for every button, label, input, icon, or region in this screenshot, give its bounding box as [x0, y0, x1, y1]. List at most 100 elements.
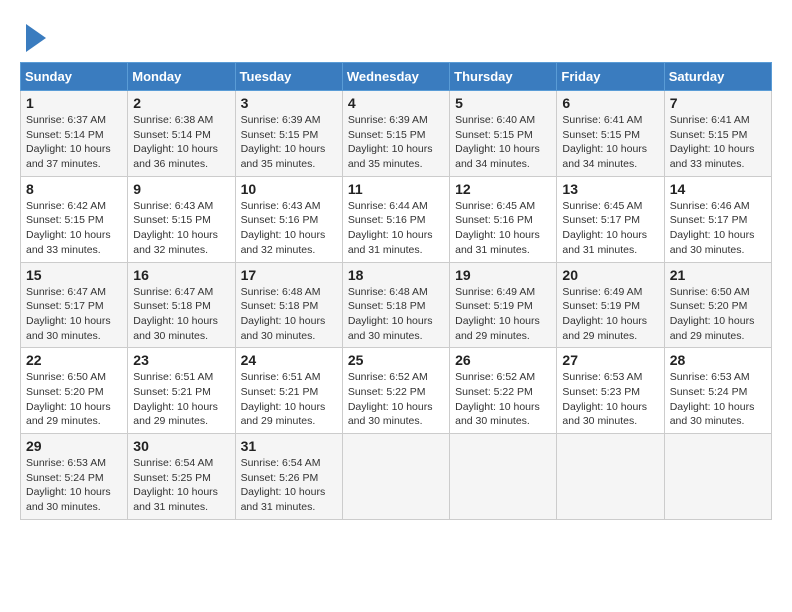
day-info: Sunrise: 6:52 AMSunset: 5:22 PMDaylight:… — [455, 370, 551, 429]
logo — [20, 20, 46, 52]
day-info: Sunrise: 6:51 AMSunset: 5:21 PMDaylight:… — [133, 370, 229, 429]
calendar-cell-4-3 — [342, 434, 449, 520]
calendar-cell-0-4: 5 Sunrise: 6:40 AMSunset: 5:15 PMDaylight… — [450, 91, 557, 177]
day-number: 21 — [670, 267, 766, 283]
calendar-cell-3-3: 25 Sunrise: 6:52 AMSunset: 5:22 PMDayligh… — [342, 348, 449, 434]
calendar-cell-4-0: 29 Sunrise: 6:53 AMSunset: 5:24 PMDayligh… — [21, 434, 128, 520]
day-info: Sunrise: 6:38 AMSunset: 5:14 PMDaylight:… — [133, 113, 229, 172]
day-number: 26 — [455, 352, 551, 368]
col-friday: Friday — [557, 63, 664, 91]
calendar-cell-0-0: 1 Sunrise: 6:37 AMSunset: 5:14 PMDaylight… — [21, 91, 128, 177]
logo-arrow-icon — [26, 24, 46, 52]
calendar-cell-1-5: 13Sunrise: 6:45 AMSunset: 5:17 PMDayligh… — [557, 176, 664, 262]
day-info: Sunrise: 6:49 AMSunset: 5:19 PMDaylight:… — [455, 285, 551, 344]
day-number: 15 — [26, 267, 122, 283]
col-thursday: Thursday — [450, 63, 557, 91]
day-number: 24 — [241, 352, 337, 368]
day-info: Sunrise: 6:41 AMSunset: 5:15 PMDaylight:… — [670, 113, 766, 172]
day-number: 8 — [26, 181, 122, 197]
day-number: 22 — [26, 352, 122, 368]
calendar-cell-1-0: 8 Sunrise: 6:42 AMSunset: 5:15 PMDaylight… — [21, 176, 128, 262]
calendar-cell-3-0: 22 Sunrise: 6:50 AMSunset: 5:20 PMDayligh… — [21, 348, 128, 434]
calendar-cell-1-6: 14 Sunrise: 6:46 AMSunset: 5:17 PMDayligh… — [664, 176, 771, 262]
day-number: 27 — [562, 352, 658, 368]
day-info: Sunrise: 6:39 AMSunset: 5:15 PMDaylight:… — [348, 113, 444, 172]
calendar-cell-2-5: 20Sunrise: 6:49 AMSunset: 5:19 PMDayligh… — [557, 262, 664, 348]
calendar-cell-4-4 — [450, 434, 557, 520]
calendar-cell-2-1: 16 Sunrise: 6:47 AMSunset: 5:18 PMDayligh… — [128, 262, 235, 348]
calendar-cell-1-2: 10 Sunrise: 6:43 AMSunset: 5:16 PMDayligh… — [235, 176, 342, 262]
day-number: 1 — [26, 95, 122, 111]
day-info: Sunrise: 6:45 AMSunset: 5:16 PMDaylight:… — [455, 199, 551, 258]
calendar-cell-3-5: 27 Sunrise: 6:53 AMSunset: 5:23 PMDayligh… — [557, 348, 664, 434]
calendar-cell-4-1: 30Sunrise: 6:54 AMSunset: 5:25 PMDayligh… — [128, 434, 235, 520]
calendar-cell-2-0: 15 Sunrise: 6:47 AMSunset: 5:17 PMDayligh… — [21, 262, 128, 348]
day-info: Sunrise: 6:50 AMSunset: 5:20 PMDaylight:… — [670, 285, 766, 344]
day-number: 30 — [133, 438, 229, 454]
day-number: 31 — [241, 438, 337, 454]
day-number: 29 — [26, 438, 122, 454]
day-info: Sunrise: 6:40 AMSunset: 5:15 PMDaylight:… — [455, 113, 551, 172]
day-info: Sunrise: 6:43 AMSunset: 5:15 PMDaylight:… — [133, 199, 229, 258]
day-number: 4 — [348, 95, 444, 111]
day-number: 7 — [670, 95, 766, 111]
calendar-week-5: 29 Sunrise: 6:53 AMSunset: 5:24 PMDayligh… — [21, 434, 772, 520]
day-info: Sunrise: 6:53 AMSunset: 5:24 PMDaylight:… — [670, 370, 766, 429]
day-info: Sunrise: 6:42 AMSunset: 5:15 PMDaylight:… — [26, 199, 122, 258]
day-info: Sunrise: 6:41 AMSunset: 5:15 PMDaylight:… — [562, 113, 658, 172]
calendar-week-4: 22 Sunrise: 6:50 AMSunset: 5:20 PMDayligh… — [21, 348, 772, 434]
col-sunday: Sunday — [21, 63, 128, 91]
day-info: Sunrise: 6:48 AMSunset: 5:18 PMDaylight:… — [348, 285, 444, 344]
calendar-cell-4-2: 31 Sunrise: 6:54 AMSunset: 5:26 PMDayligh… — [235, 434, 342, 520]
day-number: 3 — [241, 95, 337, 111]
day-info: Sunrise: 6:50 AMSunset: 5:20 PMDaylight:… — [26, 370, 122, 429]
calendar-header-row: Sunday Monday Tuesday Wednesday Thursday… — [21, 63, 772, 91]
day-number: 9 — [133, 181, 229, 197]
calendar-cell-3-6: 28 Sunrise: 6:53 AMSunset: 5:24 PMDayligh… — [664, 348, 771, 434]
calendar-cell-4-5 — [557, 434, 664, 520]
calendar-cell-2-2: 17 Sunrise: 6:48 AMSunset: 5:18 PMDayligh… — [235, 262, 342, 348]
day-number: 25 — [348, 352, 444, 368]
calendar-cell-2-3: 18 Sunrise: 6:48 AMSunset: 5:18 PMDayligh… — [342, 262, 449, 348]
day-info: Sunrise: 6:43 AMSunset: 5:16 PMDaylight:… — [241, 199, 337, 258]
col-monday: Monday — [128, 63, 235, 91]
calendar-week-1: 1 Sunrise: 6:37 AMSunset: 5:14 PMDaylight… — [21, 91, 772, 177]
day-info: Sunrise: 6:51 AMSunset: 5:21 PMDaylight:… — [241, 370, 337, 429]
calendar-cell-3-1: 23 Sunrise: 6:51 AMSunset: 5:21 PMDayligh… — [128, 348, 235, 434]
day-info: Sunrise: 6:44 AMSunset: 5:16 PMDaylight:… — [348, 199, 444, 258]
day-info: Sunrise: 6:37 AMSunset: 5:14 PMDaylight:… — [26, 113, 122, 172]
day-info: Sunrise: 6:53 AMSunset: 5:24 PMDaylight:… — [26, 456, 122, 515]
calendar-week-3: 15 Sunrise: 6:47 AMSunset: 5:17 PMDayligh… — [21, 262, 772, 348]
day-info: Sunrise: 6:53 AMSunset: 5:23 PMDaylight:… — [562, 370, 658, 429]
day-number: 19 — [455, 267, 551, 283]
calendar-cell-0-6: 7 Sunrise: 6:41 AMSunset: 5:15 PMDaylight… — [664, 91, 771, 177]
calendar-cell-3-4: 26 Sunrise: 6:52 AMSunset: 5:22 PMDayligh… — [450, 348, 557, 434]
day-number: 16 — [133, 267, 229, 283]
day-number: 10 — [241, 181, 337, 197]
calendar-cell-4-6 — [664, 434, 771, 520]
day-number: 5 — [455, 95, 551, 111]
day-info: Sunrise: 6:47 AMSunset: 5:18 PMDaylight:… — [133, 285, 229, 344]
calendar-cell-1-3: 11Sunrise: 6:44 AMSunset: 5:16 PMDayligh… — [342, 176, 449, 262]
calendar-week-2: 8 Sunrise: 6:42 AMSunset: 5:15 PMDaylight… — [21, 176, 772, 262]
day-number: 23 — [133, 352, 229, 368]
day-info: Sunrise: 6:46 AMSunset: 5:17 PMDaylight:… — [670, 199, 766, 258]
calendar-cell-1-4: 12 Sunrise: 6:45 AMSunset: 5:16 PMDayligh… — [450, 176, 557, 262]
col-saturday: Saturday — [664, 63, 771, 91]
day-info: Sunrise: 6:47 AMSunset: 5:17 PMDaylight:… — [26, 285, 122, 344]
day-number: 12 — [455, 181, 551, 197]
day-info: Sunrise: 6:54 AMSunset: 5:26 PMDaylight:… — [241, 456, 337, 515]
calendar-cell-1-1: 9 Sunrise: 6:43 AMSunset: 5:15 PMDaylight… — [128, 176, 235, 262]
day-info: Sunrise: 6:48 AMSunset: 5:18 PMDaylight:… — [241, 285, 337, 344]
day-number: 13 — [562, 181, 658, 197]
day-info: Sunrise: 6:49 AMSunset: 5:19 PMDaylight:… — [562, 285, 658, 344]
day-number: 18 — [348, 267, 444, 283]
day-info: Sunrise: 6:52 AMSunset: 5:22 PMDaylight:… — [348, 370, 444, 429]
day-number: 14 — [670, 181, 766, 197]
day-number: 2 — [133, 95, 229, 111]
day-number: 28 — [670, 352, 766, 368]
calendar-cell-0-3: 4 Sunrise: 6:39 AMSunset: 5:15 PMDaylight… — [342, 91, 449, 177]
col-wednesday: Wednesday — [342, 63, 449, 91]
calendar-cell-0-1: 2 Sunrise: 6:38 AMSunset: 5:14 PMDaylight… — [128, 91, 235, 177]
day-number: 17 — [241, 267, 337, 283]
